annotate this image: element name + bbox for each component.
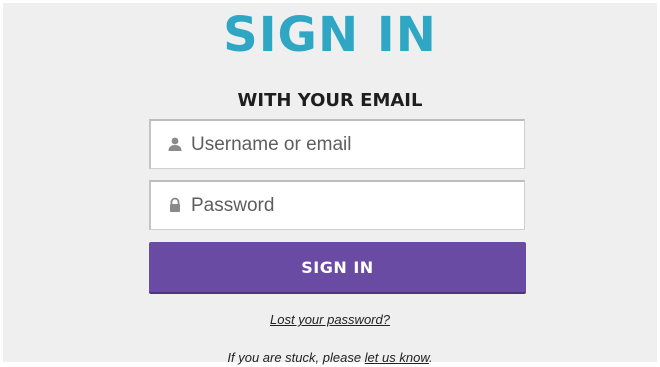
page-title: SIGN IN xyxy=(223,7,437,63)
lost-password-link[interactable]: Lost your password? xyxy=(270,312,390,327)
page-subtitle: WITH YOUR EMAIL xyxy=(237,90,423,111)
sign-in-button[interactable]: SIGN IN xyxy=(149,242,526,294)
let-us-know-link[interactable]: let us know xyxy=(365,350,429,365)
lost-password-row: Lost your password? xyxy=(3,311,657,329)
user-icon xyxy=(167,136,183,152)
password-field[interactable] xyxy=(149,180,525,230)
password-input[interactable] xyxy=(191,182,516,229)
username-field[interactable] xyxy=(149,119,525,169)
help-text: If you are stuck, please let us know. xyxy=(3,349,657,367)
help-text-prefix: If you are stuck, please xyxy=(227,350,365,365)
username-input[interactable] xyxy=(191,121,516,168)
lock-icon xyxy=(167,197,183,213)
sign-in-panel: SIGN IN WITH YOUR EMAIL SIGN IN Lost you… xyxy=(3,3,657,365)
help-text-suffix: . xyxy=(429,350,433,365)
